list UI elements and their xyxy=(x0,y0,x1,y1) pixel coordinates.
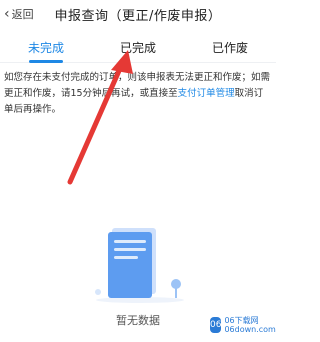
top-bar: ‹ 返回 申报查询（更正/作废申报） xyxy=(0,0,276,28)
payment-orders-link[interactable]: 支付订单管理 xyxy=(178,88,235,99)
page-title: 申报查询（更正/作废申报） xyxy=(54,8,222,24)
watermark-line2: 06down.com xyxy=(224,325,276,334)
notice-text: 如您存在未支付完成的订单，则该申报表无法更正和作废；如需更正和作废，请15分钟后… xyxy=(4,70,270,118)
tab-voided[interactable]: 已作废 xyxy=(184,32,276,62)
tab-bar: 未完成 已完成 已作废 xyxy=(0,32,276,63)
watermark-line1: 06下载网 xyxy=(224,316,259,325)
watermark-logo: 06 xyxy=(210,317,222,333)
back-label: 返回 xyxy=(11,8,34,21)
tab-completed[interactable]: 已完成 xyxy=(92,32,184,62)
back-button[interactable]: ‹ 返回 xyxy=(4,4,34,24)
chevron-left-icon: ‹ xyxy=(4,6,10,22)
tab-incomplete[interactable]: 未完成 xyxy=(0,32,92,63)
watermark: 06 06下载网 06down.com xyxy=(210,314,276,336)
empty-document-icon xyxy=(95,228,184,303)
